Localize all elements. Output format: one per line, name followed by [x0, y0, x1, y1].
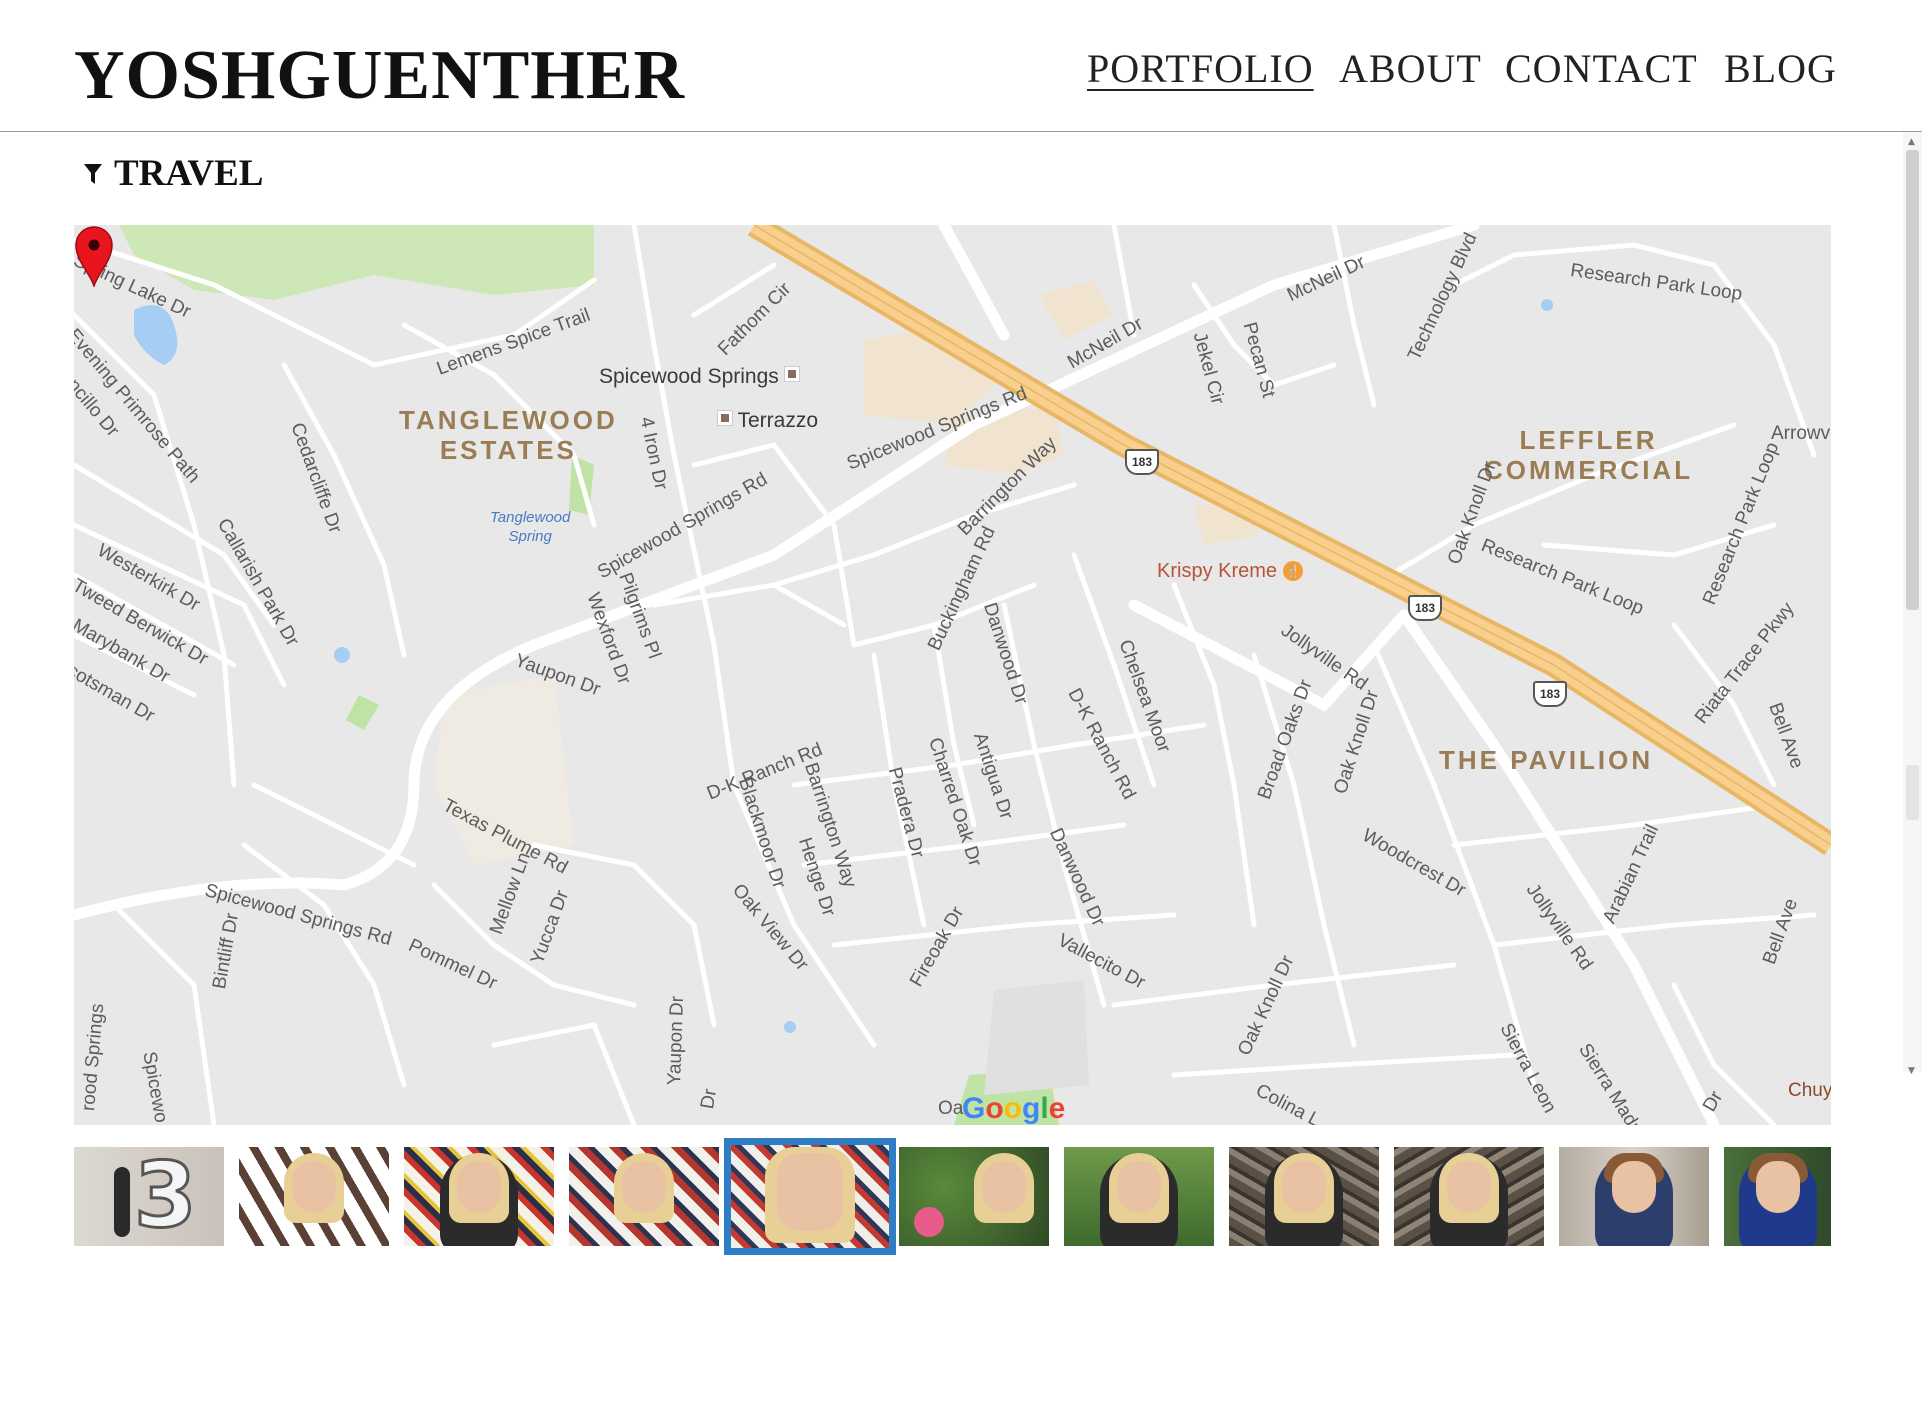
street-label: Yaupon Dr: [664, 995, 689, 1086]
thumbnail-5-selected[interactable]: [724, 1138, 896, 1255]
restaurant-icon: 🍴: [1283, 561, 1304, 581]
thumbnail-2[interactable]: [239, 1147, 389, 1246]
poi-label-chuy: Chuy: [1788, 1080, 1831, 1101]
poi-marker-icon: [784, 367, 799, 381]
nav-blog[interactable]: BLOG: [1724, 45, 1837, 92]
poi-terrazzo[interactable]: Terrazzo: [718, 409, 818, 433]
site-title[interactable]: YOSHGUENTHER: [74, 36, 685, 116]
poi-marker-icon: [718, 411, 732, 425]
highway-shield-183: 183: [1533, 681, 1567, 707]
street-label: Dr: [697, 1087, 722, 1111]
thumbnail-3[interactable]: [404, 1147, 554, 1246]
category-filter[interactable]: TRAVEL: [84, 152, 263, 195]
highway-shield-183: 183: [1408, 595, 1442, 621]
location-pin-icon[interactable]: [74, 225, 114, 287]
thumbnail-4[interactable]: [569, 1147, 719, 1246]
thumbnail-10[interactable]: [1559, 1147, 1709, 1246]
scroll-up-arrow-icon[interactable]: ▲: [1908, 137, 1915, 147]
water-label-tanglewood-spring: Tanglewood Spring: [490, 509, 571, 545]
thumbnail-1[interactable]: 3: [74, 1147, 224, 1246]
thumbnail-strip: 3: [74, 1138, 1831, 1255]
map-view[interactable]: TANGLEWOOD ESTATES LEFFLER COMMERCIAL TH…: [74, 225, 1831, 1125]
nav-about[interactable]: ABOUT: [1339, 45, 1482, 92]
scrollbar-thumb[interactable]: [1906, 150, 1919, 610]
scrollbar-thumb-secondary: [1906, 765, 1919, 820]
nav-contact[interactable]: CONTACT: [1505, 45, 1698, 92]
number-three-graphic: 3: [133, 1147, 199, 1246]
filter-label: TRAVEL: [114, 153, 264, 194]
area-label-tanglewood: TANGLEWOOD ESTATES: [399, 405, 618, 465]
highway-shield-183: 183: [1125, 449, 1159, 475]
thumbnail-9[interactable]: [1394, 1147, 1544, 1246]
thumbnail-7[interactable]: [1064, 1147, 1214, 1246]
street-label: Arrowv: [1771, 423, 1831, 444]
thumbnail-8[interactable]: [1229, 1147, 1379, 1246]
nav-portfolio[interactable]: PORTFOLIO: [1087, 45, 1314, 92]
poi-krispy-kreme[interactable]: Krispy Kreme 🍴: [1157, 560, 1304, 583]
area-label-leffler: LEFFLER COMMERCIAL: [1484, 425, 1694, 485]
thumbnail-6[interactable]: [899, 1147, 1049, 1246]
map-roads-layer: [74, 225, 1831, 1125]
site-header: YOSHGUENTHER PORTFOLIO ABOUT CONTACT BLO…: [0, 0, 1922, 132]
area-label-pavilion: THE PAVILION: [1439, 745, 1654, 775]
scroll-down-arrow-icon[interactable]: ▼: [1908, 1066, 1915, 1076]
poi-spicewood-springs[interactable]: Spicewood Springs: [599, 365, 799, 389]
thumbnail-11[interactable]: [1724, 1147, 1831, 1246]
google-logo: Google: [962, 1092, 1066, 1125]
street-label: Oa: [938, 1098, 964, 1119]
filter-funnel-icon: [84, 164, 102, 184]
